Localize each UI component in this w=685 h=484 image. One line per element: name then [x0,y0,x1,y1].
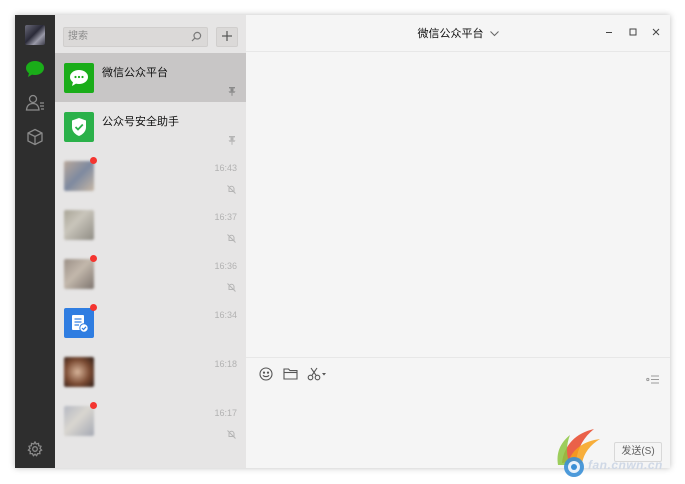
title-divider [246,51,670,52]
chat-item[interactable]: 16:37 [55,200,246,249]
plus-icon [222,28,232,46]
start-group-chat-button[interactable] [216,27,238,47]
chat-history-icon[interactable] [646,371,660,389]
screenshot-button[interactable] [305,367,329,385]
scissors-icon [307,367,327,386]
contacts-icon [25,93,45,113]
chat-name: 微信公众平台 [102,67,168,79]
unread-dot [90,304,97,311]
chat-avatar [64,63,94,93]
settings-button[interactable] [23,437,47,461]
unread-dot [90,402,97,409]
chat-time: 16:36 [214,261,237,271]
favorites-tab[interactable] [23,125,47,149]
mute-icon [227,426,236,444]
chat-tab[interactable] [23,57,47,81]
contacts-tab[interactable] [23,91,47,115]
unread-dot [90,157,97,164]
user-avatar[interactable] [25,25,45,45]
watermark-text: fan.cnwn.cn [588,458,663,472]
chat-avatar [64,112,94,142]
input-divider [246,357,670,358]
chat-icon [25,60,45,78]
mute-icon [227,181,236,199]
wechat-window: 搜索 微信公众平台 公众号安全助手 16:43 16:37 16:36 16:3… [15,15,670,468]
chat-time: 16:17 [214,408,237,418]
chat-item[interactable]: 16:17 [55,396,246,445]
chat-item[interactable]: 16:34 [55,298,246,347]
minimize-button[interactable] [602,25,616,39]
chat-avatar [64,210,94,240]
chat-time: 16:43 [214,163,237,173]
close-icon [652,23,660,41]
chat-avatar [64,161,94,191]
favorites-box-icon [26,128,44,146]
mute-icon [227,279,236,297]
chat-avatar [64,357,94,387]
chat-name: 公众号安全助手 [102,116,179,128]
chat-item-weixin-mp[interactable]: 微信公众平台 [55,53,246,102]
folder-icon [282,367,298,385]
chat-time: 16:37 [214,212,237,222]
chat-panel: 微信公众平台 发送(S) [246,15,670,468]
nav-rail [15,15,55,468]
search-icon [191,31,202,49]
chevron-down-icon [489,28,499,40]
chat-avatar [64,308,94,338]
search-input[interactable]: 搜索 [63,27,208,47]
close-button[interactable] [649,25,663,39]
chat-title: 微信公众平台 [417,28,484,40]
unread-dot [90,255,97,262]
chat-time: 16:34 [214,310,237,320]
chat-item[interactable]: 16:36 [55,249,246,298]
maximize-icon [629,23,637,41]
chat-list-panel: 搜索 微信公众平台 公众号安全助手 16:43 16:37 16:36 16:3… [55,15,246,468]
send-file-button[interactable] [281,367,299,385]
pin-icon [228,83,236,101]
chat-item-security-assistant[interactable]: 公众号安全助手 [55,102,246,151]
chat-item[interactable]: 16:18 [55,347,246,396]
chat-time: 16:18 [214,359,237,369]
search-placeholder: 搜索 [68,31,88,42]
emoji-button[interactable] [257,366,275,386]
gear-icon [27,441,43,457]
maximize-button[interactable] [626,25,640,39]
shield-check-icon [72,118,86,136]
emoji-icon [259,366,273,386]
chat-avatar [64,406,94,436]
minimize-icon [605,23,613,41]
pin-icon [228,132,236,150]
chat-item[interactable]: 16:43 [55,151,246,200]
chat-avatar [64,259,94,289]
chat-bubble-icon [70,70,88,86]
mute-icon [227,230,236,248]
document-check-icon [72,315,89,333]
